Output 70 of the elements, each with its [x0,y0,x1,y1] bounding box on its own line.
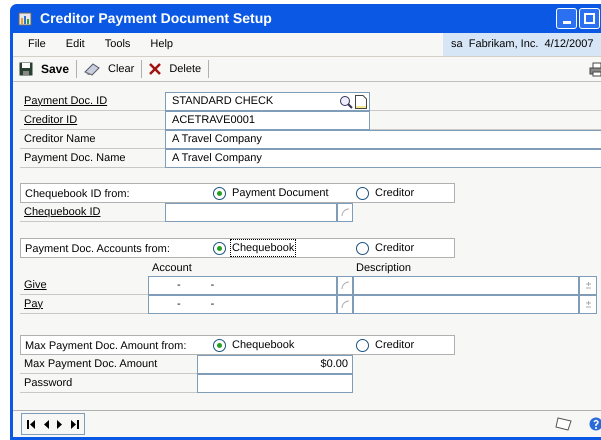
field-label: Creditor Name [24,132,96,147]
field-link[interactable]: Give [24,276,47,294]
menu-item[interactable]: Tools [104,36,130,53]
expand-icon [586,282,590,290]
save-button[interactable]: Save [16,59,72,79]
field-link[interactable]: Creditor ID [24,112,78,128]
search-icon[interactable] [339,94,353,108]
radio-label: Creditor [374,240,416,256]
lookup-icon [340,300,350,309]
maximize-button[interactable] [579,8,600,29]
text-field[interactable] [353,276,579,295]
clear-button[interactable]: Clear [81,59,138,79]
lookup-icon [340,208,350,217]
next-record-icon[interactable] [57,420,63,428]
expand-button[interactable] [579,295,597,314]
password-field[interactable] [197,374,353,393]
lookup-icon [340,281,350,290]
radio-button[interactable] [356,242,369,254]
group-label: Payment Doc. Accounts from: [25,243,170,255]
lookup-button[interactable] [337,276,353,295]
text-field[interactable]: ACETRAVE0001 [165,111,370,130]
menu-item[interactable]: File [28,36,46,53]
column-header: Account [151,260,193,276]
menu-item[interactable]: Edit [66,36,85,53]
help-icon[interactable] [589,417,601,431]
radio-label: Payment Document [231,186,330,201]
maximize-icon [584,13,595,24]
minimize-button[interactable] [556,8,577,29]
lookup-button[interactable] [337,295,353,314]
menu-item[interactable]: Help [150,36,174,53]
expand-button[interactable] [579,276,597,295]
column-header: Description [355,260,412,276]
field-label: Max Payment Doc. Amount [24,356,158,372]
field-link[interactable]: Chequebook ID [24,204,100,220]
group-label: Max Payment Doc. Amount from: [25,340,186,352]
note-icon[interactable] [555,417,573,431]
user-info-bar: sa Fabrikam, Inc. 4/12/2007 [443,33,601,56]
text-field[interactable]: A Travel Company [165,130,601,149]
radio-button[interactable] [213,186,226,200]
delete-button[interactable]: Delete [146,59,204,79]
account-field[interactable]: - - [148,295,337,314]
group-label: Chequebook ID from: [25,188,130,200]
text-field[interactable]: A Travel Company [165,149,601,168]
previous-record-icon[interactable] [43,420,49,428]
text-field[interactable] [353,295,579,314]
note-icon[interactable] [355,94,367,108]
radio-label: Creditor [374,338,416,353]
delete-icon [149,63,162,75]
app-icon [18,10,34,26]
radio-button[interactable] [356,186,369,200]
radio-label: Chequebook [231,338,296,353]
account-field[interactable]: - - [148,276,337,295]
field-link[interactable]: Pay [24,296,43,312]
field-link[interactable]: Payment Doc. ID [24,92,108,110]
expand-icon [586,300,590,308]
text-field[interactable]: STANDARD CHECK [165,92,370,111]
radio-label: Creditor [374,186,416,201]
window-title: Creditor Payment Document Setup [40,9,272,28]
first-record-icon[interactable] [27,420,35,428]
radio-button[interactable] [213,242,226,254]
field-label: Password [24,376,72,391]
field-label: Payment Doc. Name [24,150,126,166]
text-field[interactable] [165,203,337,222]
eraser-icon [84,62,100,76]
minimize-icon [562,21,570,24]
last-record-icon[interactable] [71,420,79,428]
amount-field[interactable]: $0.00 [197,355,353,374]
radio-label: Chequebook [231,240,296,256]
radio-button[interactable] [356,338,369,352]
radio-button[interactable] [213,338,226,352]
